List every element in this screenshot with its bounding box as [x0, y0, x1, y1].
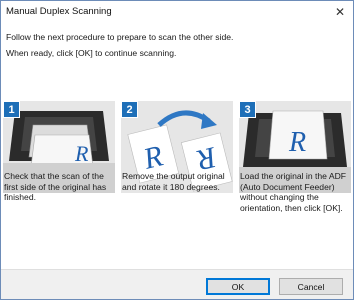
instruction-ready-text: When ready, click [OK] to continue scann… [6, 48, 177, 58]
title-bar: Manual Duplex Scanning ✕ [1, 1, 353, 23]
letter-r-mark: R [74, 141, 89, 166]
instruction-text: Follow the next procedure to prepare to … [6, 32, 234, 42]
close-button[interactable]: ✕ [331, 4, 349, 20]
dialog-window: Manual Duplex Scanning ✕ Follow the next… [0, 0, 354, 300]
close-icon: ✕ [334, 5, 346, 19]
letter-r-mark: R [288, 127, 306, 158]
cancel-button[interactable]: Cancel [279, 278, 343, 295]
dialog-content: Follow the next procedure to prepare to … [1, 23, 353, 269]
step-1-badge: 1 [3, 101, 20, 118]
ok-button[interactable]: OK [206, 278, 270, 295]
button-bar: OK Cancel [1, 269, 353, 299]
step-2-badge: 2 [121, 101, 138, 118]
step-3-caption: Load the original in the ADF (Auto Docum… [240, 171, 347, 213]
step-1-caption: Check that the scan of the first side of… [4, 171, 107, 202]
step-3-badge: 3 [239, 101, 256, 118]
window-title: Manual Duplex Scanning [6, 6, 112, 17]
step-2-caption: Remove the output original and rotate it… [122, 171, 225, 192]
